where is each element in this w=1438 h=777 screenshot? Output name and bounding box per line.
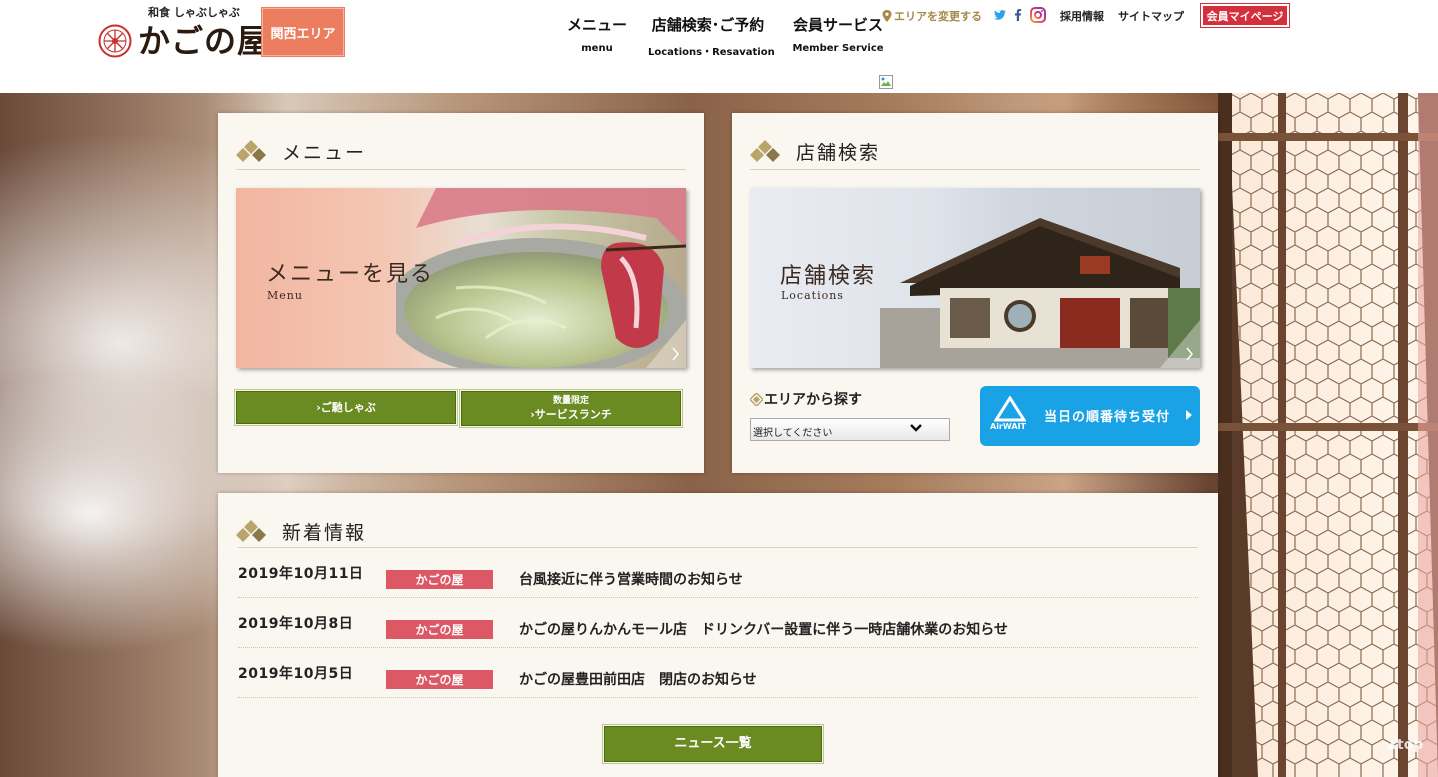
chevron-right-icon — [1160, 320, 1200, 368]
menu-panel-title: メニュー — [282, 141, 367, 164]
news-item[interactable]: 2019年10月11日 かごの屋 台風接近に伴う営業時間のお知らせ — [238, 548, 1198, 598]
gochi-shabu-label: ›ご馳しゃぶ — [316, 400, 376, 414]
diamond-ornament-icon — [236, 520, 266, 542]
caret-right-icon — [1186, 410, 1192, 420]
service-lunch-label: ›サービスランチ — [530, 408, 612, 422]
menu-banner-title: メニューを見る — [266, 262, 435, 287]
lattice-window-decoration — [1218, 93, 1438, 777]
service-lunch-sublabel: 数量限定 — [552, 395, 589, 406]
news-panel: 新着情報 2019年10月11日 かごの屋 台風接近に伴う営業時間のお知らせ 2… — [218, 493, 1218, 777]
news-title-link[interactable]: 台風接近に伴う営業時間のお知らせ — [519, 569, 743, 589]
instagram-icon[interactable] — [1030, 6, 1046, 26]
area-select-value: 選択してください — [753, 428, 833, 439]
service-lunch-button[interactable]: 数量限定 ›サービスランチ — [459, 389, 683, 428]
nav-member[interactable]: 会員サービス Member Service — [792, 14, 884, 54]
store-search-banner[interactable]: 店舗検索 Locations — [750, 188, 1200, 368]
news-panel-header: 新着情報 — [236, 511, 366, 551]
area-select-dropdown[interactable]: 選択してください — [750, 418, 950, 441]
diamond-ornament-icon — [236, 140, 266, 162]
store-panel-divider — [750, 169, 1200, 170]
map-pin-icon — [882, 10, 892, 22]
news-date: 2019年10月5日 — [238, 666, 354, 682]
news-category-badge: かごの屋 — [386, 670, 493, 689]
news-item[interactable]: 2019年10月5日 かごの屋 かごの屋豊田前田店 閉店のお知らせ — [238, 648, 1198, 698]
airwait-logo-icon — [994, 396, 1026, 422]
back-to-top-button[interactable]: top — [1387, 737, 1423, 753]
news-category-badge: かごの屋 — [386, 620, 493, 639]
restaurant-building-photo — [880, 218, 1200, 368]
shabu-shabu-photo — [396, 188, 686, 368]
store-banner-subtitle: Locations — [781, 289, 844, 302]
chevron-right-icon — [646, 320, 686, 368]
site-logo[interactable]: 和食 しゃぶしゃぶ かごの屋 — [96, 4, 269, 60]
caret-up-icon — [1387, 741, 1397, 749]
social-links — [994, 6, 1054, 26]
news-date: 2019年10月8日 — [238, 616, 354, 632]
nav-member-label: 会員サービス — [792, 16, 883, 34]
recruit-link[interactable]: 採用情報 — [1060, 8, 1104, 24]
store-panel-header: 店舗検索 — [750, 131, 880, 171]
menu-panel-header: メニュー — [236, 131, 366, 171]
nav-menu-label: メニュー — [566, 16, 627, 34]
diamond-ornament-icon — [750, 140, 780, 162]
nav-locations[interactable]: 店舗検索･ご予約 Locations・Resavation — [648, 14, 775, 58]
twitter-icon[interactable] — [994, 9, 1006, 23]
news-list-button[interactable]: ニュース一覧 — [602, 724, 824, 764]
area-search-heading: エリアから探す — [750, 389, 862, 409]
menu-banner-subtitle: Menu — [267, 289, 303, 302]
site-header: 和食 しゃぶしゃぶ かごの屋 関西エリア メニュー menu 店舗検索･ご予約 … — [0, 0, 1438, 93]
news-category-badge: かごの屋 — [386, 570, 493, 589]
store-search-panel: 店舗検索 店舗検索 Locations エリアから探す 選択してください Air… — [732, 113, 1218, 473]
area-change-link[interactable]: エリアを変更する — [882, 8, 982, 24]
news-date: 2019年10月11日 — [238, 566, 364, 582]
menu-panel-divider — [236, 169, 686, 170]
broken-image-icon — [879, 75, 893, 89]
diamond-marker-icon — [750, 392, 763, 406]
sitemap-link[interactable]: サイトマップ — [1118, 8, 1184, 24]
nav-locations-sublabel: Locations・Resavation — [648, 47, 775, 58]
logo-name: かごの屋 — [138, 22, 271, 60]
news-panel-title: 新着情報 — [282, 521, 367, 544]
menu-banner[interactable]: メニューを見る Menu — [236, 188, 686, 368]
nav-menu-sublabel: menu — [581, 43, 613, 54]
area-change-label: エリアを変更する — [894, 10, 982, 23]
gochi-shabu-button[interactable]: ›ご馳しゃぶ — [234, 389, 458, 426]
airwait-label: 当日の順番待ち受付 — [1044, 410, 1171, 425]
airwait-queue-button[interactable]: AirWAIT 当日の順番待ち受付 — [980, 386, 1200, 446]
back-to-top-label: top — [1397, 737, 1424, 753]
nav-locations-label: 店舗検索･ご予約 — [651, 16, 765, 34]
news-title-link[interactable]: かごの屋りんかんモール店 ドリンクバー設置に伴う一時店舗休業のお知らせ — [519, 619, 1008, 639]
airwait-brand: AirWAIT — [990, 422, 1026, 431]
area-badge[interactable]: 関西エリア — [261, 7, 345, 57]
news-title-link[interactable]: かごの屋豊田前田店 閉店のお知らせ — [519, 669, 757, 689]
area-search-label: エリアから探す — [764, 392, 862, 408]
nav-member-sublabel: Member Service — [792, 43, 884, 54]
chevron-down-icon — [910, 424, 922, 432]
utility-bar: エリアを変更する 採用情報 サイトマップ — [882, 6, 1192, 26]
logo-flower-icon — [98, 24, 132, 58]
menu-panel: メニュー メニューを見る Menu ›ご馳しゃぶ 数量限定 ›サービスランチ — [218, 113, 704, 473]
facebook-icon[interactable] — [1014, 8, 1022, 24]
member-mypage-button[interactable]: 会員マイページ — [1200, 3, 1290, 28]
news-item[interactable]: 2019年10月8日 かごの屋 かごの屋りんかんモール店 ドリンクバー設置に伴う… — [238, 598, 1198, 648]
nav-menu[interactable]: メニュー menu — [566, 14, 628, 54]
store-banner-title: 店舗検索 — [780, 264, 877, 289]
store-panel-title: 店舗検索 — [796, 141, 881, 164]
